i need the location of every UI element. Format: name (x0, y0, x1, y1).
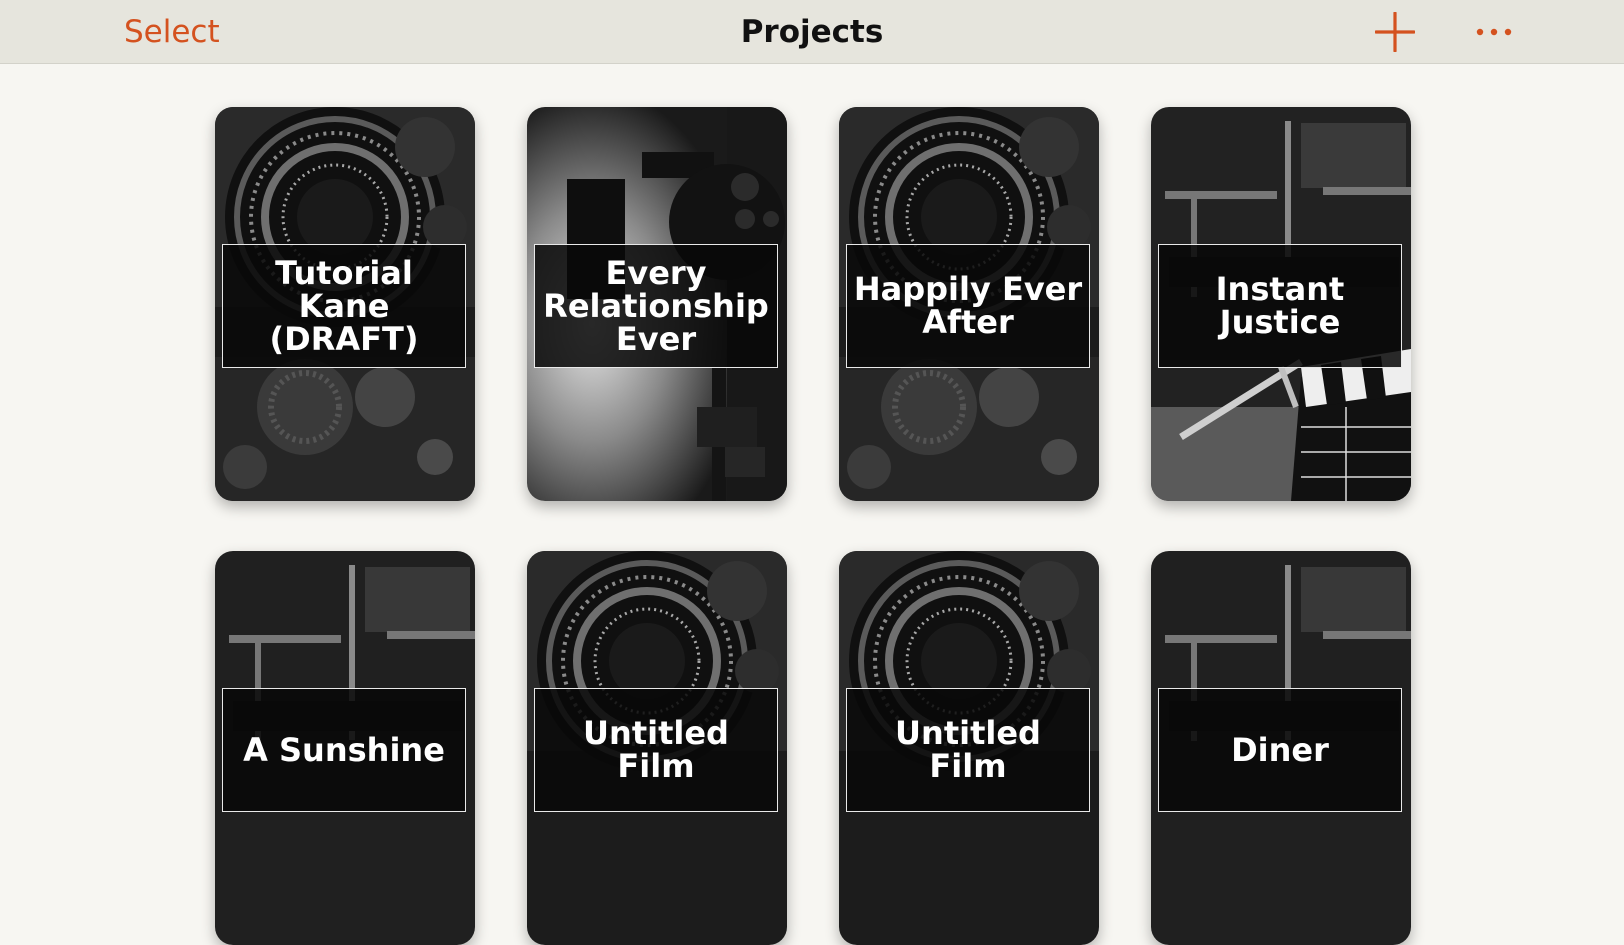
project-title: Diner (1231, 730, 1329, 769)
project-card[interactable]: Tutorial Kane (DRAFT) (215, 107, 475, 501)
projects-grid: Tutorial Kane (DRAFT) Every Relationship… (0, 0, 1624, 945)
project-title-box: Instant Justice (1158, 244, 1402, 368)
project-title: A Sunshine (243, 730, 445, 769)
project-title: Instant Justice (1215, 270, 1345, 341)
project-title-box: Untitled Film (534, 688, 778, 812)
project-title: Untitled Film (583, 714, 729, 785)
project-title-box: A Sunshine (222, 688, 466, 812)
project-card[interactable]: Instant Justice (1151, 107, 1411, 501)
project-card[interactable]: A Sunshine (215, 551, 475, 945)
project-title-box: Happily Ever After (846, 244, 1090, 368)
project-title: Happily Ever After (853, 270, 1083, 341)
project-title-box: Untitled Film (846, 688, 1090, 812)
project-card[interactable]: Untitled Film (527, 551, 787, 945)
project-title-box: Diner (1158, 688, 1402, 812)
project-title: Untitled Film (895, 714, 1041, 785)
project-card[interactable]: Diner (1151, 551, 1411, 945)
project-card[interactable]: Every Relationship Ever (527, 107, 787, 501)
project-card[interactable]: Happily Ever After (839, 107, 1099, 501)
project-title: Tutorial Kane (DRAFT) (269, 253, 419, 358)
project-title-box: Tutorial Kane (DRAFT) (222, 244, 466, 368)
project-title-box: Every Relationship Ever (534, 244, 778, 368)
project-card[interactable]: Untitled Film (839, 551, 1099, 945)
project-title: Every Relationship Ever (543, 253, 769, 358)
